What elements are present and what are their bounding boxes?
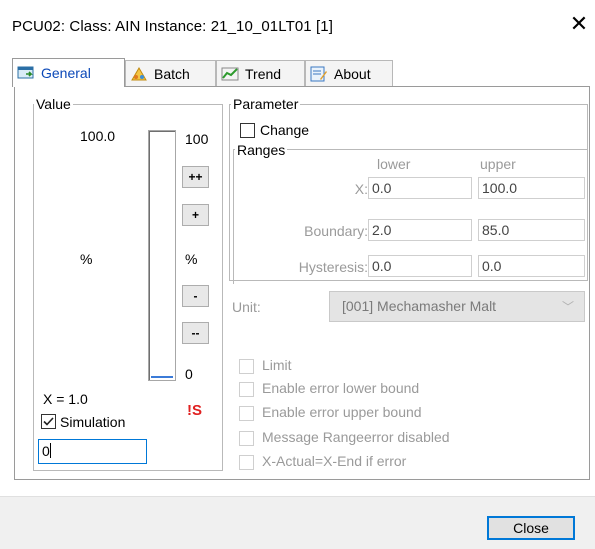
chevron-down-icon: ﹀ (561, 300, 574, 314)
limit-label: Limit (262, 357, 292, 373)
error-lower-bound-checkbox[interactable] (239, 382, 254, 397)
window-title: PCU02: Class: AIN Instance: 21_10_01LT01… (12, 18, 333, 35)
simulation-checkbox[interactable] (41, 414, 56, 429)
parameter-group-title: Parameter (231, 96, 301, 112)
change-label: Change (260, 122, 310, 138)
limit-checkbox[interactable] (239, 359, 254, 374)
checkmark-icon (43, 417, 54, 426)
range-hysteresis-lower-input[interactable]: 0.0 (368, 255, 472, 277)
range-row-boundary-label: Boundary: (304, 223, 368, 239)
unit-left-label: % (80, 251, 93, 267)
increase-button[interactable]: + (182, 204, 209, 226)
value-bar-fill (151, 375, 173, 378)
decrease-large-button[interactable]: -- (182, 322, 209, 344)
bar-max-value: 100.0 (80, 128, 116, 144)
rangeerror-message-checkbox[interactable] (239, 431, 254, 446)
range-boundary-lower-input[interactable]: 2.0 (368, 219, 472, 241)
range-x-upper-input[interactable]: 100.0 (478, 177, 585, 199)
decrease-button[interactable]: - (182, 285, 209, 307)
range-hysteresis-upper-input[interactable]: 0.0 (478, 255, 585, 277)
value-bar-gauge (148, 130, 176, 381)
range-row-x-label: X: (354, 181, 368, 197)
range-boundary-upper-input[interactable]: 85.0 (478, 219, 585, 241)
unit-dropdown-value: [001] Mechamasher Malt (342, 298, 497, 314)
simulation-label: Simulation (60, 414, 126, 430)
ranges-col-upper: upper (480, 156, 516, 172)
trend-tab-icon (221, 67, 239, 81)
tab-trend[interactable]: Trend (216, 60, 305, 86)
rangeerror-message-label: Message Rangeerror disabled (262, 429, 450, 445)
error-upper-bound-label: Enable error upper bound (262, 404, 422, 420)
change-checkbox[interactable] (240, 123, 255, 138)
error-lower-bound-label: Enable error lower bound (262, 380, 420, 396)
x-value-readout: X = 1.0 (43, 391, 88, 407)
batch-tab-icon (131, 67, 147, 81)
close-button[interactable]: Close (487, 516, 575, 540)
range-x-lower-input[interactable]: 0.0 (368, 177, 472, 199)
unit-right-label: % (185, 251, 198, 267)
tab-trend-label: Trend (245, 66, 282, 82)
increase-large-button[interactable]: ++ (182, 166, 209, 188)
error-upper-bound-checkbox[interactable] (239, 406, 254, 421)
window-close-button[interactable]: ✕ (568, 10, 590, 38)
text-cursor (49, 443, 51, 458)
unit-dropdown[interactable]: [001] Mechamasher Malt ﹀ (329, 291, 585, 322)
tab-general[interactable]: General (12, 58, 125, 87)
simulation-badge: !S (187, 402, 202, 419)
unit-label: Unit: (232, 299, 261, 315)
tab-batch[interactable]: Batch (125, 60, 216, 86)
x-actual-end-label: X-Actual=X-End if error (262, 453, 407, 469)
general-tab-icon (17, 66, 34, 79)
x-actual-end-checkbox[interactable] (239, 455, 254, 470)
tab-about-label: About (334, 66, 371, 82)
simulation-value-text: 0 (42, 443, 50, 459)
range-row-hysteresis-label: Hysteresis: (298, 259, 368, 275)
ranges-group-title: Ranges (235, 142, 288, 158)
tab-batch-label: Batch (154, 66, 190, 82)
about-tab-icon (310, 66, 327, 82)
tab-about[interactable]: About (305, 60, 393, 86)
value-group-title: Value (34, 96, 73, 112)
simulation-value-input[interactable]: 0 (38, 439, 147, 464)
scale-max-label: 100 (185, 131, 209, 147)
tab-general-label: General (41, 65, 91, 81)
scale-min-label: 0 (185, 366, 193, 382)
ranges-col-lower: lower (377, 156, 411, 172)
